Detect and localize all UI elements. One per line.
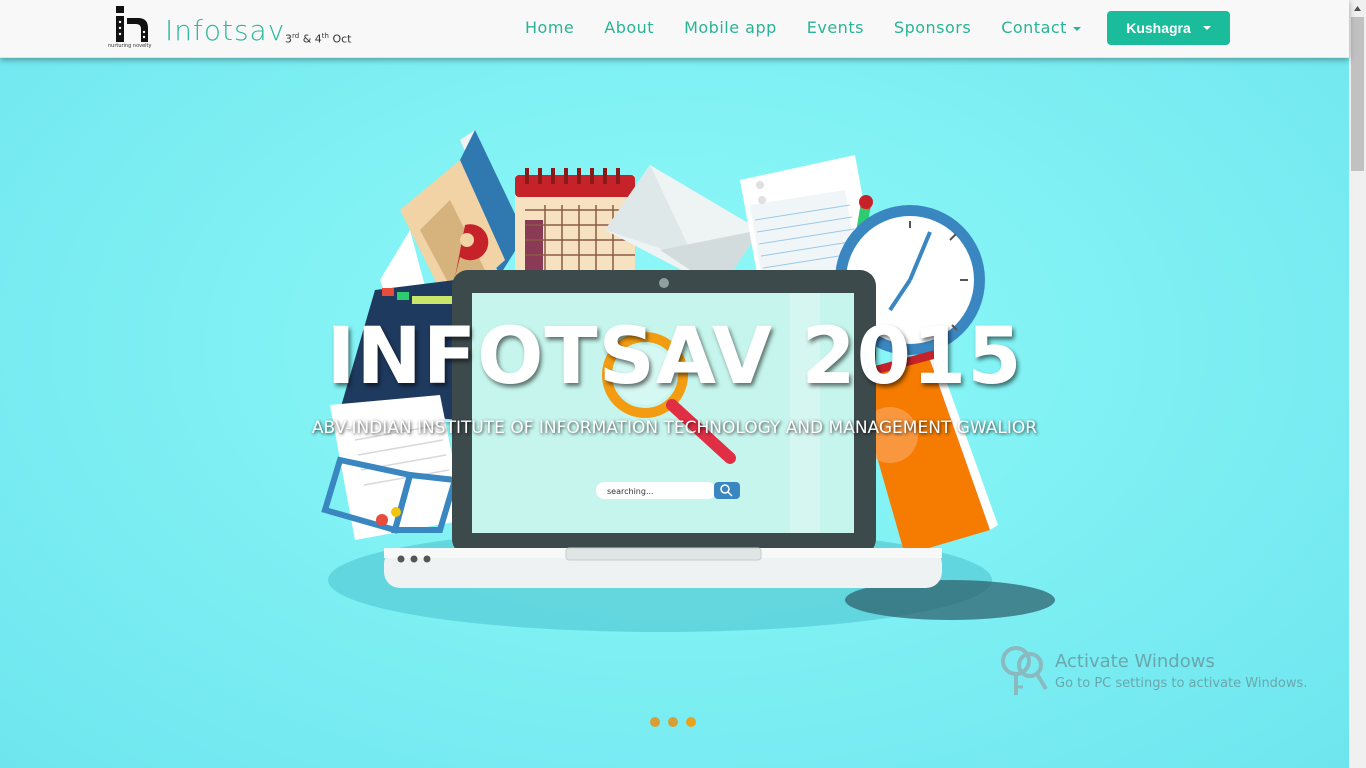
nav-menu: Home About Mobile app Events Sponsors Co… [510,0,1096,55]
nav-events[interactable]: Events [792,18,879,37]
brand-date: 3rd & 4th Oct [285,32,352,46]
brand-name[interactable]: Infotsav [165,14,285,47]
nav-contact-dropdown[interactable]: Contact [986,18,1096,37]
hero-subtitle: ABV-INDIAN INSTITUTE OF INFORMATION TECH… [311,418,1038,438]
key-icon [1001,646,1048,695]
carousel-indicators [650,717,696,727]
scroll-up-icon[interactable] [1349,0,1366,17]
search-placeholder-text: searching... [607,487,654,496]
caret-down-icon [1202,26,1211,30]
scrollbar-thumb[interactable] [1351,17,1364,171]
caret-down-icon [1072,26,1081,31]
top-navbar: nurturing novelty Infotsav 3rd & 4th Oct… [0,0,1349,58]
hero-section: searching... INFOTSAV 2015 ABV-INDIAN IN… [0,0,1349,768]
logo-tagline: nurturing novelty [108,43,152,49]
carousel-dot-3[interactable] [686,717,696,727]
nav-contact-label: Contact [1001,18,1067,37]
nav-mobile-app[interactable]: Mobile app [669,18,792,37]
activate-title: Activate Windows [1055,651,1215,672]
user-menu-button[interactable]: Kushagra [1107,11,1230,45]
nav-sponsors[interactable]: Sponsors [879,18,986,37]
user-name: Kushagra [1126,20,1191,36]
activate-subtitle: Go to PC settings to activate Windows. [1055,676,1308,691]
page-scrollbar[interactable] [1349,0,1366,768]
carousel-dot-2[interactable] [668,717,678,727]
carousel-dot-1[interactable] [650,717,660,727]
hero-title: INFOTSAV 2015 [326,312,1023,402]
nav-about[interactable]: About [589,18,669,37]
nav-home[interactable]: Home [510,18,589,37]
